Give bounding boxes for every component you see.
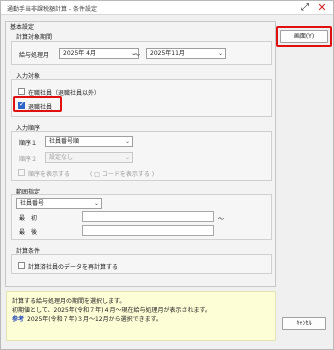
period-group: 給与処理月 2025年 4月 ⌄ ～ 2025年11月 ⌄ — [11, 41, 272, 65]
range-last-label: 最 後 — [19, 229, 38, 236]
range-field-value: 社員番号 — [20, 200, 45, 207]
recalc-label: 計算済社員のデータを再計算する — [28, 264, 119, 271]
period-label: 給与処理月 — [19, 52, 50, 59]
recalc-checkbox[interactable] — [18, 262, 25, 269]
close-icon[interactable]: ✕ — [315, 1, 329, 15]
title-bar: 通勤手当非課税額計算 - 条件設定 ⤢ ✕ — [1, 1, 333, 15]
show-order-checkbox[interactable] — [18, 169, 25, 176]
period-separator: ～ — [134, 52, 141, 59]
order1-label: 順序１ — [19, 140, 38, 147]
chevron-down-icon: ⌄ — [124, 138, 130, 145]
range-last-input[interactable] — [82, 225, 214, 236]
period-to-select[interactable]: 2025年11月 ⌄ — [146, 48, 226, 59]
info-panel: 計算する給与処理月の期間を選択します。 初期値として、2025年(令和７年)４月… — [6, 291, 276, 341]
employed-checkbox[interactable] — [18, 88, 25, 95]
period-from-select[interactable]: 2025年 4月 ⌄ — [59, 48, 139, 59]
info-ref-label: 参考 — [12, 316, 25, 323]
show-order-label: 順序を表示する — [28, 171, 71, 178]
order2-label: 順序２ — [19, 156, 38, 163]
range-group: 社員番号 ⌄ 最 初 ～ 最 後 — [11, 194, 272, 240]
range-first-label: 最 初 — [19, 215, 38, 222]
info-line-1: 計算する給与処理月の期間を選択します。 — [12, 298, 126, 305]
order2-value: 設定なし — [49, 154, 74, 161]
basic-settings-caption: 基本設定 — [9, 22, 36, 31]
order1-select[interactable]: 社員番号順 ⌄ — [45, 136, 133, 147]
info-line-2: 初期値として、2025年(令和７年)４月～現在給与処理月が表示されます。 — [12, 307, 211, 314]
ok-highlight — [276, 26, 332, 47]
order1-value: 社員番号順 — [49, 138, 80, 145]
cancel-button[interactable]: ｷｬﾝｾﾙ — [282, 317, 326, 330]
retired-highlight — [13, 96, 62, 112]
window-title: 通勤手当非課税額計算 - 条件設定 — [7, 6, 97, 13]
range-tilde: ～ — [218, 216, 225, 223]
chevron-down-icon: ⌄ — [124, 154, 130, 161]
expand-icon[interactable]: ⤢ — [298, 1, 312, 15]
dialog-window: 通勤手当非課税額計算 - 条件設定 ⤢ ✕ 基本設定 計算対象期間 給与処理月 … — [0, 0, 334, 350]
calc-group: 計算済社員のデータを再計算する — [11, 254, 272, 274]
order2-select[interactable]: 設定なし ⌄ — [45, 152, 133, 163]
period-to-value: 2025年11月 — [150, 50, 185, 57]
period-group-title: 計算対象期間 — [16, 34, 53, 41]
order-group: 順序１ 社員番号順 ⌄ 順序２ 設定なし ⌄ 順序を表示する ( □ コードを表… — [11, 131, 272, 181]
info-line-3: 2025年(令和７年)３月～12月から選択できます。 — [27, 316, 162, 323]
period-from-value: 2025年 4月 — [63, 50, 96, 57]
chevron-down-icon: ⌄ — [93, 200, 99, 207]
range-field-select[interactable]: 社員番号 ⌄ — [16, 198, 102, 209]
show-code-label: ( □ コードを表示する ) — [90, 171, 155, 178]
chevron-down-icon: ⌄ — [217, 50, 223, 57]
range-first-input[interactable] — [82, 211, 214, 222]
